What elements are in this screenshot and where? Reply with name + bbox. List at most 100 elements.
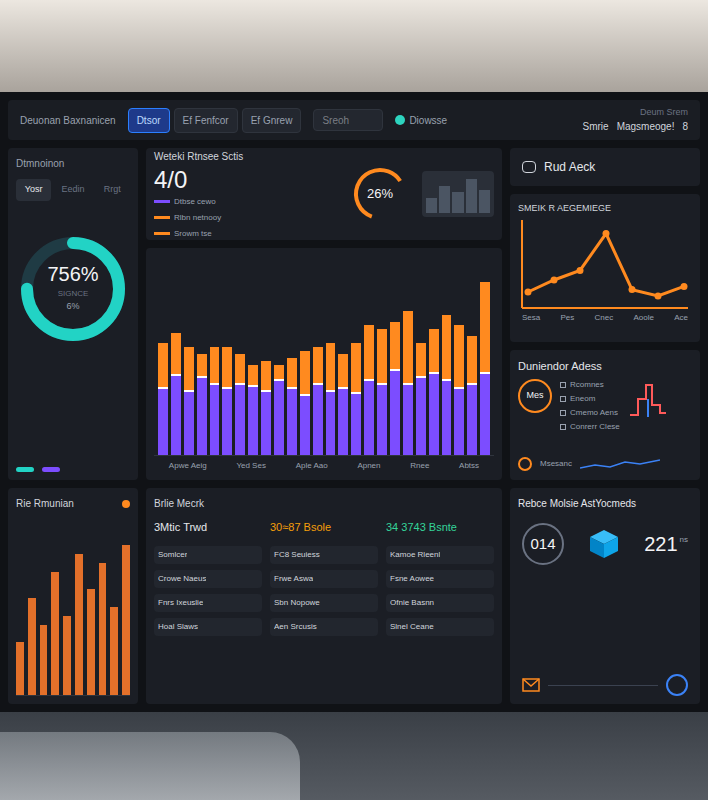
- nav-tab[interactable]: Dtsor: [128, 108, 170, 133]
- bar-peak: [171, 333, 181, 374]
- stat-value: 4/0: [154, 168, 338, 192]
- list-row: Slnel Ceane: [386, 618, 494, 636]
- thumb-bar: [439, 186, 450, 213]
- metric-unit: ns: [680, 534, 688, 546]
- checkbox-icon: [560, 424, 566, 430]
- panel-title: Brlie Mecrk: [154, 496, 494, 511]
- line-labels: SesaPesCnecAooleAce: [518, 312, 692, 324]
- bar-base: [171, 374, 181, 455]
- search-field[interactable]: [313, 109, 383, 131]
- bar-column: [274, 365, 284, 455]
- trend-bar: [122, 545, 130, 695]
- details-footer: Msesanc: [518, 456, 692, 472]
- bar-base: [158, 387, 168, 455]
- bar-peak: [261, 361, 271, 390]
- bar-column: [326, 343, 336, 455]
- axis-label: Apwe Aeig: [169, 460, 207, 472]
- thumb-bar: [426, 198, 437, 213]
- legend-label: Rlbn netnooy: [174, 212, 221, 224]
- row-label: Fsne Aowee: [390, 573, 434, 585]
- bar-column: [235, 354, 245, 455]
- bar-base: [287, 387, 297, 455]
- bar-column: [454, 325, 464, 455]
- sparkline: [580, 456, 660, 472]
- bar-peak: [158, 343, 168, 386]
- bar-peak: [300, 351, 310, 394]
- gauge-tab[interactable]: Eedin: [55, 179, 90, 201]
- user-row: Smrie Magsmeoge! 8: [583, 119, 689, 134]
- bar-column: [222, 347, 232, 455]
- metric-number: 221ns: [644, 534, 688, 554]
- bar-base: [326, 390, 336, 455]
- user-item[interactable]: Magsmeoge!: [617, 119, 675, 134]
- axis-label: Yed Ses: [236, 460, 266, 472]
- nav-tab[interactable]: Ef Gnrew: [242, 108, 302, 133]
- ring-center: 26%: [350, 164, 410, 224]
- envelope-icon: [522, 678, 540, 692]
- gauge-tab[interactable]: Yosr: [16, 179, 51, 201]
- row-label: Aen Srcusis: [274, 621, 317, 633]
- bar-peak: [210, 347, 220, 383]
- alert-card: Rud Aeck: [510, 148, 700, 186]
- thumb-bar: [479, 190, 490, 213]
- gauge-ring: [17, 233, 129, 345]
- bar-base: [248, 385, 258, 455]
- list-row: FC8 Seuiess: [270, 546, 378, 564]
- gauge-value: 756%: [47, 264, 98, 284]
- globe-icon: [666, 674, 688, 696]
- bar-column: [364, 325, 374, 455]
- details-row: MesRcomnesEneomCmemo AensConrerr Clese: [518, 379, 692, 433]
- bar-column: [261, 361, 271, 455]
- list-column: 34 3743 BsnteKamoe RleenlFsne AoweeOfnie…: [386, 519, 494, 696]
- axis-label: Aoole: [633, 312, 653, 324]
- tab-bar: DtsorEf FenfcorEf Gnrew: [128, 108, 302, 133]
- top-bar: Deuonan BaxnanicenDtsorEf FenfcorEf Gnre…: [8, 100, 700, 140]
- axis-label: Apnen: [357, 460, 380, 472]
- trend-bar: [99, 563, 107, 695]
- backdrop: [0, 0, 708, 92]
- trend-bars: [16, 519, 130, 696]
- bar-base: [338, 387, 348, 455]
- bar-peak: [197, 354, 207, 376]
- bar-base: [403, 383, 413, 455]
- legend-label: Srowm tse: [174, 228, 212, 240]
- gauge-tab[interactable]: Rrgt: [95, 179, 130, 201]
- bar-column: [287, 358, 297, 455]
- bar-peak: [235, 354, 245, 383]
- checkbox-icon: [560, 382, 566, 388]
- footer-label: Msesanc: [540, 458, 572, 470]
- bar-peak: [287, 358, 297, 387]
- list-row: Somlcer: [154, 546, 262, 564]
- gauge: 756%SIGNCE6%: [17, 233, 129, 345]
- line-point: [681, 282, 688, 289]
- user-item[interactable]: 8: [682, 119, 688, 134]
- ring-value: 26%: [367, 184, 393, 204]
- alert-title: Rud Aeck: [544, 158, 595, 176]
- row-label: FC8 Seuiess: [274, 549, 320, 561]
- bar-peak: [313, 347, 323, 383]
- status-label: Diowsse: [409, 113, 447, 128]
- center-column: Weteki Rtnsee Sctis4/0Dtbse cewoRlbn net…: [146, 148, 502, 480]
- legend-row: Dtbse cewo: [154, 196, 338, 208]
- nav-tab[interactable]: Ef Fenfcor: [174, 108, 238, 133]
- status-dot: [122, 500, 130, 508]
- gauge-center: 756%SIGNCE6%: [17, 233, 129, 345]
- photo: Deuonan BaxnanicenDtsorEf FenfcorEf Gnre…: [0, 0, 708, 800]
- axis-label: Aple Aao: [296, 460, 328, 472]
- panel-title: Rebce Molsie AstYocmeds: [518, 496, 692, 511]
- legend-row: Srowm tse: [154, 228, 338, 240]
- status-indicator: Diowsse: [395, 113, 447, 128]
- bar-column: [416, 343, 426, 455]
- column-title: 3Mtic Trwd: [154, 519, 262, 536]
- bar-base: [377, 383, 387, 455]
- thumb-bar: [466, 179, 477, 213]
- thumb-bar: [452, 192, 463, 213]
- metric-value: 014: [530, 533, 555, 556]
- bar-base: [300, 394, 310, 455]
- trend-header: Rie Rmunian: [16, 496, 130, 511]
- panel-title: Dtmnoinon: [16, 156, 130, 171]
- ring-gauge: 26%: [350, 164, 410, 224]
- step-chart-icon: [628, 379, 668, 419]
- item-label: Cmemo Aens: [570, 407, 618, 419]
- user-item[interactable]: Smrie: [583, 119, 609, 134]
